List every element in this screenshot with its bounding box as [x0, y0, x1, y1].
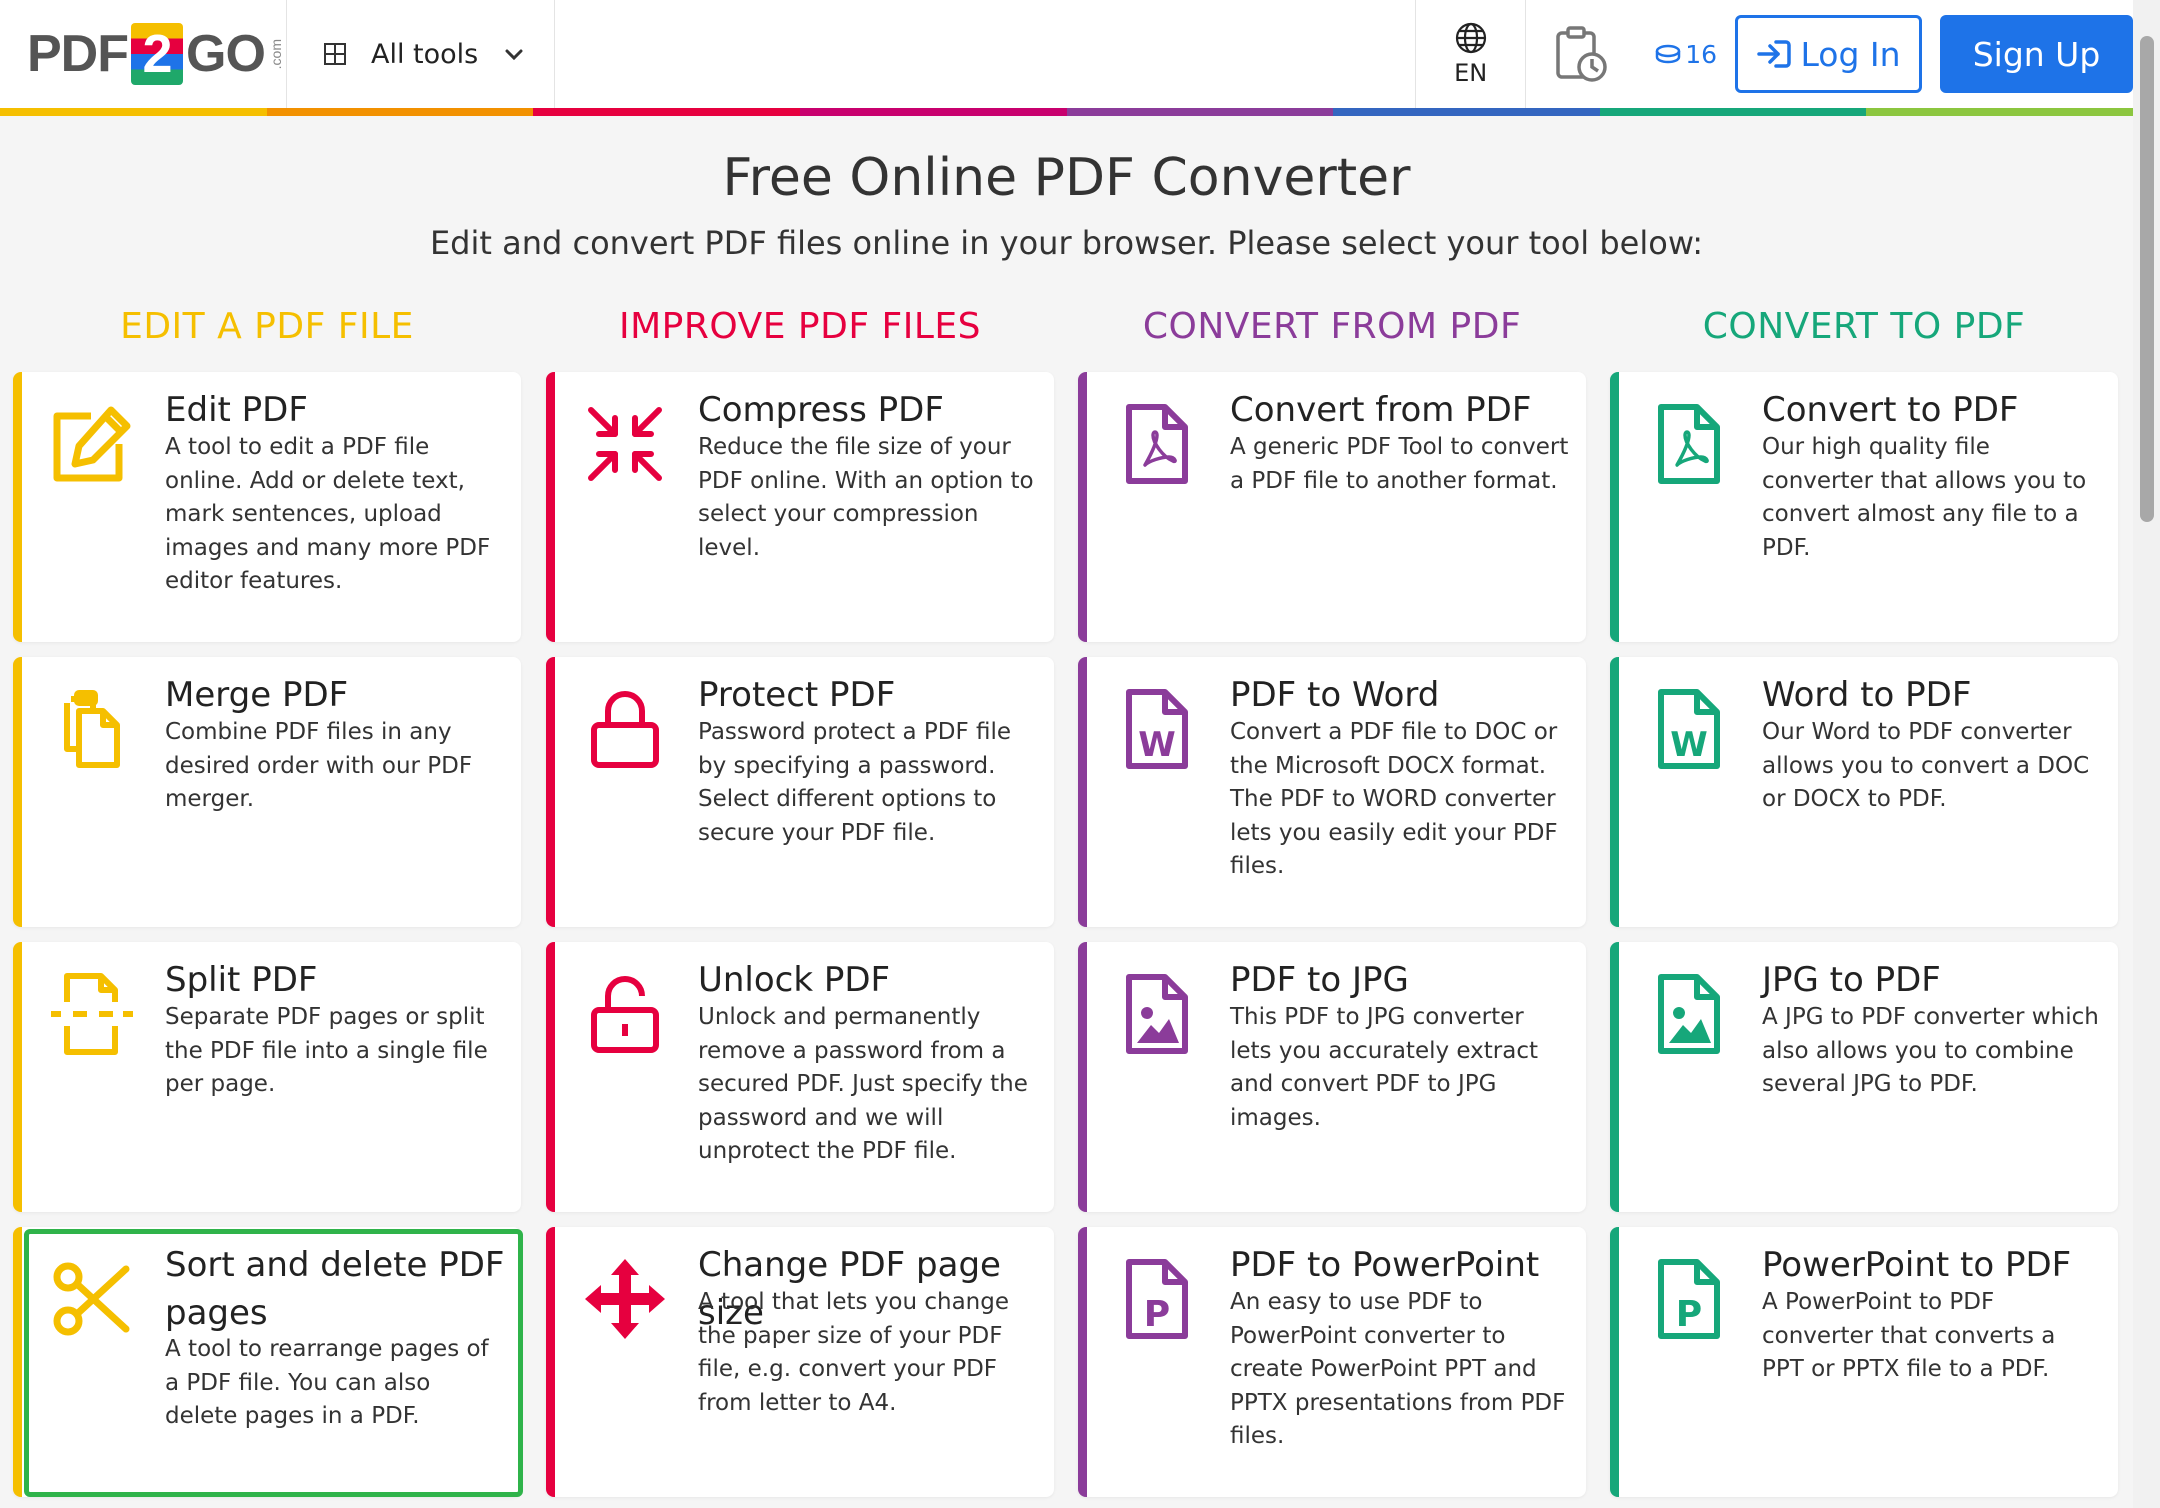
- clipboard-clock-icon: [1555, 26, 1607, 82]
- globe-icon: [1455, 22, 1486, 54]
- tool-description: Password protect a PDF file by specifyin…: [698, 719, 1012, 846]
- tool-name: PDF to PowerPoint: [1230, 1245, 1540, 1285]
- tool-name: Unlock PDF: [698, 960, 891, 1000]
- all-tools-dropdown[interactable]: All tools: [287, 0, 555, 108]
- tool-card-unlock-pdf[interactable]: Unlock PDF Unlock and permanently remove…: [546, 942, 1054, 1212]
- tool-description: A tool to rearrange pages of a PDF file.…: [165, 1336, 489, 1429]
- lock-icon: [579, 683, 671, 775]
- tool-card-sort-delete-pdf[interactable]: Sort and delete PDF pages A tool to rear…: [13, 1227, 523, 1497]
- language-label: EN: [1454, 59, 1488, 87]
- tool-description: A tool to edit a PDF file online. Add or…: [165, 434, 491, 594]
- language-selector[interactable]: EN: [1415, 0, 1525, 108]
- grid-icon: [324, 43, 346, 65]
- tool-card-word-to-pdf[interactable]: W Word to PDF Our Word to PDF converter …: [1610, 657, 2118, 927]
- page-scrollbar[interactable]: [2133, 0, 2160, 1508]
- word-file-icon: W: [1111, 683, 1203, 775]
- tool-card-pdf-to-jpg[interactable]: PDF to JPG This PDF to JPG converter let…: [1078, 942, 1586, 1212]
- merge-icon: [46, 683, 138, 775]
- login-label: Log In: [1800, 34, 1901, 74]
- header-spacer: [555, 0, 1415, 108]
- tool-name: PDF to Word: [1230, 675, 1440, 715]
- scissors-icon: [46, 1253, 138, 1345]
- tool-description: Separate PDF pages or split the PDF file…: [165, 1004, 488, 1097]
- tool-name: Merge PDF: [165, 675, 349, 715]
- tool-card-compress-pdf[interactable]: Compress PDF Reduce the file size of you…: [546, 372, 1054, 642]
- tool-card-convert-from-pdf[interactable]: Convert from PDF A generic PDF Tool to c…: [1078, 372, 1586, 642]
- split-icon: [46, 968, 138, 1060]
- tool-card-pdf-to-word[interactable]: W PDF to Word Convert a PDF file to DOC …: [1078, 657, 1586, 927]
- heading-convert-to-pdf: CONVERT TO PDF: [1702, 306, 2026, 347]
- svg-text:P: P: [1676, 1294, 1702, 1335]
- word-file-icon: W: [1643, 683, 1735, 775]
- pdf-file-icon: [1111, 398, 1203, 490]
- tool-name: Edit PDF: [165, 390, 308, 430]
- tool-card-jpg-to-pdf[interactable]: JPG to PDF A JPG to PDF converter which …: [1610, 942, 2118, 1212]
- page-title: Free Online PDF Converter: [722, 148, 1411, 208]
- powerpoint-file-icon: P: [1643, 1253, 1735, 1345]
- tool-description: Reduce the file size of your PDF online.…: [698, 434, 1034, 561]
- image-file-icon: [1111, 968, 1203, 1060]
- pdf-file-icon: [1643, 398, 1735, 490]
- credits-counter[interactable]: 16: [1635, 0, 1735, 108]
- tool-name: PowerPoint to PDF: [1762, 1245, 2072, 1285]
- credits-count: 16: [1685, 39, 1717, 69]
- tool-description: Our high quality file converter that all…: [1762, 434, 2087, 561]
- heading-edit-pdf: EDIT A PDF FILE: [120, 306, 414, 347]
- tool-card-powerpoint-to-pdf[interactable]: P PowerPoint to PDF A PowerPoint to PDF …: [1610, 1227, 2118, 1497]
- edit-icon: [46, 398, 138, 490]
- svg-text:W: W: [1138, 725, 1176, 765]
- unlock-icon: [579, 968, 671, 1060]
- heading-improve-pdf: IMPROVE PDF FILES: [619, 306, 981, 347]
- logo-com-text: .com: [267, 38, 284, 70]
- tool-description: A JPG to PDF converter which also allows…: [1762, 1004, 2099, 1097]
- tool-name: Protect PDF: [698, 675, 896, 715]
- tool-name: Split PDF: [165, 960, 318, 1000]
- signup-button[interactable]: Sign Up: [1940, 15, 2133, 93]
- resize-arrows-icon: [579, 1253, 671, 1345]
- tool-description: Combine PDF files in any desired order w…: [165, 719, 473, 812]
- tool-description: This PDF to JPG converter lets you accur…: [1230, 1004, 1539, 1131]
- chevron-down-icon: [505, 49, 523, 61]
- tool-card-split-pdf[interactable]: Split PDF Separate PDF pages or split th…: [13, 942, 521, 1212]
- top-navbar: PDF 2 GO .com All tools EN 16 Log In Sig…: [0, 0, 2133, 108]
- svg-text:W: W: [1670, 725, 1708, 765]
- login-button[interactable]: Log In: [1735, 15, 1922, 93]
- tool-description: A tool that lets you change the paper si…: [698, 1289, 1009, 1416]
- tool-card-edit-pdf[interactable]: Edit PDF A tool to edit a PDF file onlin…: [13, 372, 521, 642]
- tool-name: Convert from PDF: [1230, 390, 1532, 430]
- tool-card-protect-pdf[interactable]: Protect PDF Password protect a PDF file …: [546, 657, 1054, 927]
- compress-icon: [579, 398, 671, 490]
- login-arrow-icon: [1757, 40, 1792, 68]
- tool-description: Unlock and permanently remove a password…: [698, 1004, 1028, 1164]
- tool-description: Convert a PDF file to DOC or the Microso…: [1230, 719, 1558, 879]
- logo-text-mid: 2: [131, 23, 183, 85]
- tool-name: PDF to JPG: [1230, 960, 1409, 1000]
- header-color-stripe: [0, 108, 2133, 116]
- page-subtitle: Edit and convert PDF files online in you…: [429, 224, 1704, 262]
- tool-name: Compress PDF: [698, 390, 944, 430]
- image-file-icon: [1643, 968, 1735, 1060]
- scrollbar-thumb[interactable]: [2140, 36, 2154, 522]
- tool-description: An easy to use PDF to PowerPoint convert…: [1230, 1289, 1566, 1449]
- tool-card-merge-pdf[interactable]: Merge PDF Combine PDF files in any desir…: [13, 657, 521, 927]
- tool-description: A generic PDF Tool to convert a PDF file…: [1230, 434, 1569, 494]
- all-tools-label: All tools: [371, 38, 479, 70]
- pdf2go-logo[interactable]: PDF 2 GO .com: [0, 0, 287, 108]
- logo-text-left: PDF: [27, 25, 129, 83]
- tool-description: A PowerPoint to PDF converter that conve…: [1762, 1289, 2056, 1382]
- tool-name: Convert to PDF: [1762, 390, 2019, 430]
- coins-icon: [1655, 44, 1681, 64]
- tool-name: Word to PDF: [1762, 675, 1972, 715]
- powerpoint-file-icon: P: [1111, 1253, 1203, 1345]
- tool-card-convert-to-pdf[interactable]: Convert to PDF Our high quality file con…: [1610, 372, 2118, 642]
- logo-text-right: GO: [186, 25, 266, 83]
- tool-description: Our Word to PDF converter allows you to …: [1762, 719, 2090, 812]
- history-button[interactable]: [1525, 0, 1635, 108]
- svg-text:P: P: [1144, 1294, 1170, 1335]
- heading-convert-from-pdf: CONVERT FROM PDF: [1142, 306, 1522, 347]
- tool-name: Sort and delete PDF pages: [165, 1245, 505, 1333]
- tool-name: JPG to PDF: [1762, 960, 1941, 1000]
- tool-card-change-page-size[interactable]: Change PDF page size A tool that lets yo…: [546, 1227, 1054, 1497]
- tool-card-pdf-to-powerpoint[interactable]: P PDF to PowerPoint An easy to use PDF t…: [1078, 1227, 1586, 1497]
